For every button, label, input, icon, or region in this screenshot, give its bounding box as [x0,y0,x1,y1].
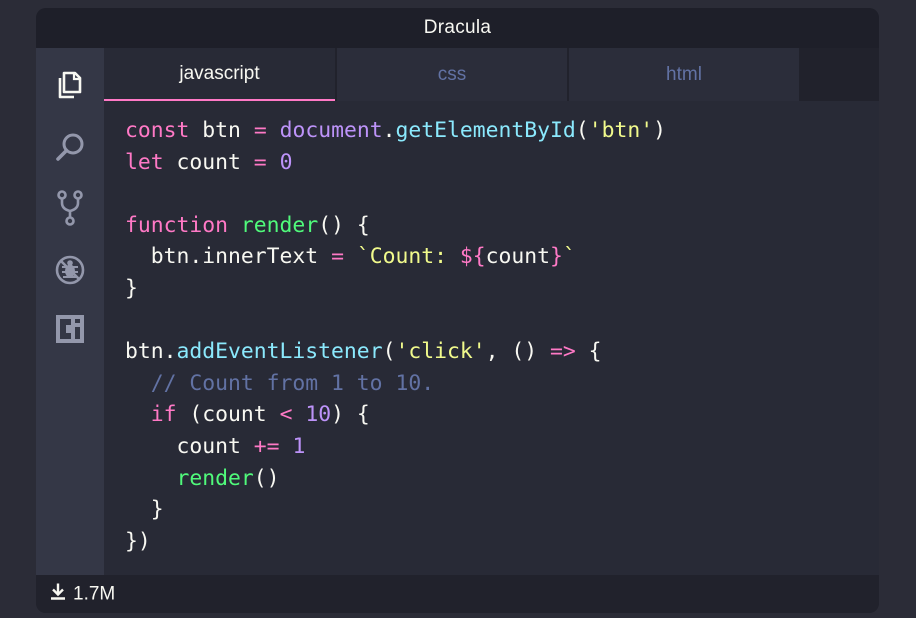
code-token: { [575,339,602,365]
code-token: btn [189,118,254,143]
code-token: }) [125,528,151,554]
search-icon[interactable] [50,127,90,167]
code-token: const [125,118,190,143]
code-token: ` [562,244,576,270]
code-token: = [253,118,267,143]
code-token: addEventListener [176,339,383,365]
code-token: => [550,339,576,365]
tab-html[interactable]: html [569,48,799,101]
activity-bar [36,48,104,575]
code-token: count [163,149,254,175]
code-token: function [125,212,229,238]
download-size: 1.7M [50,583,115,606]
code-token: ( [382,339,396,365]
status-text: 1.7M [73,583,116,604]
code-line: }) [125,526,666,558]
window-title: Dracula [423,17,492,38]
code-line: let count = 0 [125,147,666,179]
app-frame: Dracula javascript css html const btn = … [0,0,916,618]
code-token: () { [318,212,370,238]
tab-javascript[interactable]: javascript [104,48,335,101]
code-token: , () [485,339,551,365]
code-token: } [550,244,563,270]
code-token: += [253,433,280,459]
code-token: ) [653,118,666,143]
code-content[interactable]: const btn = document.getElementById('btn… [125,115,666,557]
tab-css[interactable]: css [337,48,567,101]
code-token: count [125,433,254,459]
code-line: render() [125,463,666,495]
code-token: // Count from 1 to 10. [125,370,435,396]
code-token: count [485,244,551,270]
code-line: btn.addEventListener('click', () => { [125,336,666,368]
tab-bar: javascript css html [104,48,879,101]
tab-label: javascript [179,62,260,84]
code-token: getElementById [395,118,576,143]
code-token: < [279,402,293,428]
code-line: if (count < 10) { [125,399,666,431]
code-token: 0 [279,149,293,175]
code-line: count += 1 [125,431,666,463]
tab-label: html [666,63,702,85]
code-token: ( [575,118,589,143]
code-token: = [253,149,267,175]
code-token: document [279,118,383,143]
debug-icon[interactable] [50,250,90,290]
editor-window: Dracula javascript css html const btn = … [36,8,879,613]
code-token: 10 [305,402,332,428]
code-editor[interactable]: const btn = document.getElementById('btn… [104,101,879,575]
code-token: = [331,244,344,270]
tab-label: css [437,63,467,85]
code-token: ) { [331,402,370,428]
code-token: btn. [125,339,177,365]
code-token: render [240,212,319,238]
code-token: `Count: [356,244,460,270]
code-line: function render() { [125,210,666,242]
code-token: if [150,402,177,428]
code-token: 'click' [395,339,486,365]
extensions-icon[interactable] [50,309,90,349]
code-token: 1 [292,433,306,459]
code-token: } [125,497,164,523]
code-line: const btn = document.getElementById('btn… [125,115,666,147]
files-icon[interactable] [50,65,90,105]
code-token: () [253,465,280,491]
code-line: } [125,273,666,305]
code-line: // Count from 1 to 10. [125,368,666,400]
source-control-icon[interactable] [50,188,90,228]
code-line: btn.innerText = `Count: ${count}` [125,241,666,273]
code-token: } [125,275,138,301]
download-icon [50,583,66,606]
code-token: . [382,118,396,143]
code-token: render [176,465,254,491]
code-token: (count [176,402,280,428]
code-token: let [125,149,164,175]
code-line: } [125,494,666,526]
code-token: ${ [459,244,486,270]
status-bar: 1.7M [36,575,879,613]
title-bar: Dracula [36,8,879,48]
code-token: btn.innerText [125,244,332,270]
code-token: 'btn' [588,118,654,143]
